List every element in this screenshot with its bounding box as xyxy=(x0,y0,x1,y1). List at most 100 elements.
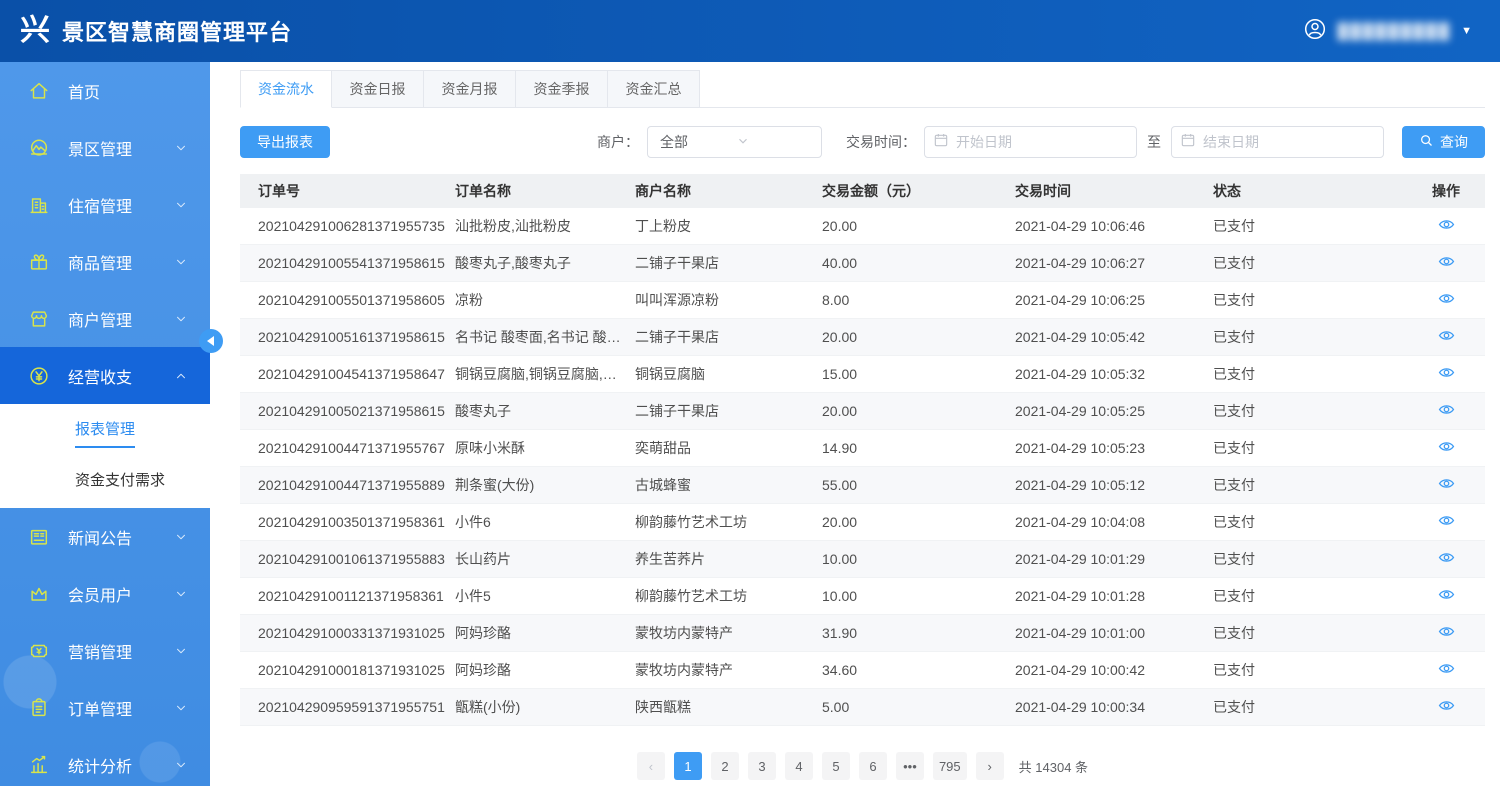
view-details-button[interactable] xyxy=(1432,477,1492,493)
tab-active[interactable]: 资金流水 xyxy=(240,70,332,108)
next-page-button[interactable]: › xyxy=(976,752,1004,780)
cell-time: 2021-04-29 10:05:23 xyxy=(1015,440,1213,456)
view-details-button[interactable] xyxy=(1432,218,1492,234)
chevron-down-icon xyxy=(174,701,188,715)
sidebar-item-label: 首页 xyxy=(68,79,100,103)
table-row: 202104291001121371958361小件5柳韵藤竹艺术工坊10.00… xyxy=(240,578,1485,615)
view-details-button[interactable] xyxy=(1432,403,1492,419)
table-row: 202104291005161371958615名书记 酸枣面,名书记 酸枣面二… xyxy=(240,319,1485,356)
stats-icon xyxy=(28,754,50,776)
view-details-button[interactable] xyxy=(1432,625,1492,641)
sidebar-item-label: 新闻公告 xyxy=(68,525,132,549)
view-details-button[interactable] xyxy=(1432,699,1492,715)
sidebar-item-label: 营销管理 xyxy=(68,639,132,663)
sidebar-item-member[interactable]: 会员用户 xyxy=(0,565,210,622)
eye-icon xyxy=(1438,403,1455,419)
start-date-input[interactable] xyxy=(924,126,1137,158)
eye-icon xyxy=(1438,625,1455,641)
sidebar-item-order[interactable]: 订单管理 xyxy=(0,679,210,736)
table-row: 202104291000331371931025阿妈珍酪蒙牧坊内蒙特产31.90… xyxy=(240,615,1485,652)
page-button-5[interactable]: 5 xyxy=(822,752,850,780)
sidebar-item-merchant[interactable]: 商户管理 xyxy=(0,290,210,347)
cell-order-no: 202104291005161371958615 xyxy=(258,329,455,345)
view-details-button[interactable] xyxy=(1432,440,1492,456)
user-menu[interactable]: █████████ ▼ xyxy=(1303,0,1472,62)
view-details-button[interactable] xyxy=(1432,514,1492,530)
search-button[interactable]: 查询 xyxy=(1402,126,1485,158)
start-date-field[interactable] xyxy=(956,134,1128,150)
chevron-down-icon xyxy=(174,644,188,658)
tab-inactive[interactable]: 资金季报 xyxy=(516,70,608,108)
view-details-button[interactable] xyxy=(1432,662,1492,678)
sidebar-collapse-button[interactable] xyxy=(199,329,223,353)
submenu-item[interactable]: 资金支付需求 xyxy=(0,456,210,502)
cell-status: 已支付 xyxy=(1213,438,1432,458)
cell-status: 已支付 xyxy=(1213,697,1432,717)
submenu-item[interactable]: 报表管理 xyxy=(0,410,210,456)
cell-order-name: 铜锅豆腐脑,铜锅豆腐脑,铜锅... xyxy=(455,364,635,384)
sidebar-item-marketing[interactable]: 营销管理 xyxy=(0,622,210,679)
eye-icon xyxy=(1438,477,1455,493)
page-button-6[interactable]: 6 xyxy=(859,752,887,780)
cell-order-no: 202104291005541371958615 xyxy=(258,255,455,271)
cell-merchant: 二铺子干果店 xyxy=(635,401,822,421)
view-details-button[interactable] xyxy=(1432,292,1492,308)
page-button-1[interactable]: 1 xyxy=(674,752,702,780)
cell-merchant: 奕萌甜品 xyxy=(635,438,822,458)
revenue-icon xyxy=(28,365,50,387)
page-button-3[interactable]: 3 xyxy=(748,752,776,780)
cell-time: 2021-04-29 10:06:46 xyxy=(1015,218,1213,234)
sidebar-item-revenue[interactable]: 经营收支 xyxy=(0,347,210,404)
cell-amount: 14.90 xyxy=(822,440,1015,456)
cell-time: 2021-04-29 10:06:27 xyxy=(1015,255,1213,271)
cell-status: 已支付 xyxy=(1213,549,1432,569)
end-date-input[interactable] xyxy=(1171,126,1384,158)
cell-time: 2021-04-29 10:05:32 xyxy=(1015,366,1213,382)
view-details-button[interactable] xyxy=(1432,255,1492,271)
eye-icon xyxy=(1438,588,1455,604)
cell-order-name: 小件5 xyxy=(455,586,635,606)
order-icon xyxy=(28,697,50,719)
cell-time: 2021-04-29 10:00:42 xyxy=(1015,662,1213,678)
cell-amount: 55.00 xyxy=(822,477,1015,493)
calendar-icon xyxy=(933,132,949,153)
cell-status: 已支付 xyxy=(1213,290,1432,310)
page-button-795[interactable]: 795 xyxy=(933,752,967,780)
tab-inactive[interactable]: 资金日报 xyxy=(332,70,424,108)
view-details-button[interactable] xyxy=(1432,329,1492,345)
cell-order-no: 202104291001061371955883 xyxy=(258,551,455,567)
user-avatar-icon xyxy=(1303,17,1327,46)
table-row: 202104291004471371955767原味小米酥奕萌甜品14.9020… xyxy=(240,430,1485,467)
tab-inactive[interactable]: 资金汇总 xyxy=(608,70,700,108)
more-pages-button[interactable]: ••• xyxy=(896,752,924,780)
sidebar-item-lodging[interactable]: 住宿管理 xyxy=(0,176,210,233)
page-button-2[interactable]: 2 xyxy=(711,752,739,780)
sidebar-item-scenic[interactable]: 景区管理 xyxy=(0,119,210,176)
export-report-button[interactable]: 导出报表 xyxy=(240,126,330,158)
sidebar-item-goods[interactable]: 商品管理 xyxy=(0,233,210,290)
sidebar-item-news[interactable]: 新闻公告 xyxy=(0,508,210,565)
chevron-down-icon xyxy=(174,198,188,212)
view-details-button[interactable] xyxy=(1432,366,1492,382)
view-details-button[interactable] xyxy=(1432,588,1492,604)
cell-status: 已支付 xyxy=(1213,586,1432,606)
app-logo-icon: 兴 xyxy=(20,16,50,46)
end-date-field[interactable] xyxy=(1203,134,1375,150)
page-button-4[interactable]: 4 xyxy=(785,752,813,780)
sidebar-item-home[interactable]: 首页 xyxy=(0,62,210,119)
tab-inactive[interactable]: 资金月报 xyxy=(424,70,516,108)
cell-amount: 34.60 xyxy=(822,662,1015,678)
view-details-button[interactable] xyxy=(1432,551,1492,567)
eye-icon xyxy=(1438,292,1455,308)
cell-order-name: 汕批粉皮,汕批粉皮 xyxy=(455,216,635,236)
sidebar-item-stats[interactable]: 统计分析 xyxy=(0,736,210,793)
cell-order-no: 202104291000181371931025 xyxy=(258,662,455,678)
cell-order-name: 凉粉 xyxy=(455,290,635,310)
merchant-select[interactable]: 全部 xyxy=(647,126,822,158)
prev-page-button[interactable]: ‹ xyxy=(637,752,665,780)
filter-bar: 导出报表 商户： 全部 交易时间： 至 xyxy=(240,125,1485,159)
cell-time: 2021-04-29 10:04:08 xyxy=(1015,514,1213,530)
chevron-down-icon xyxy=(174,587,188,601)
cell-status: 已支付 xyxy=(1213,216,1432,236)
calendar-icon xyxy=(1180,132,1196,153)
